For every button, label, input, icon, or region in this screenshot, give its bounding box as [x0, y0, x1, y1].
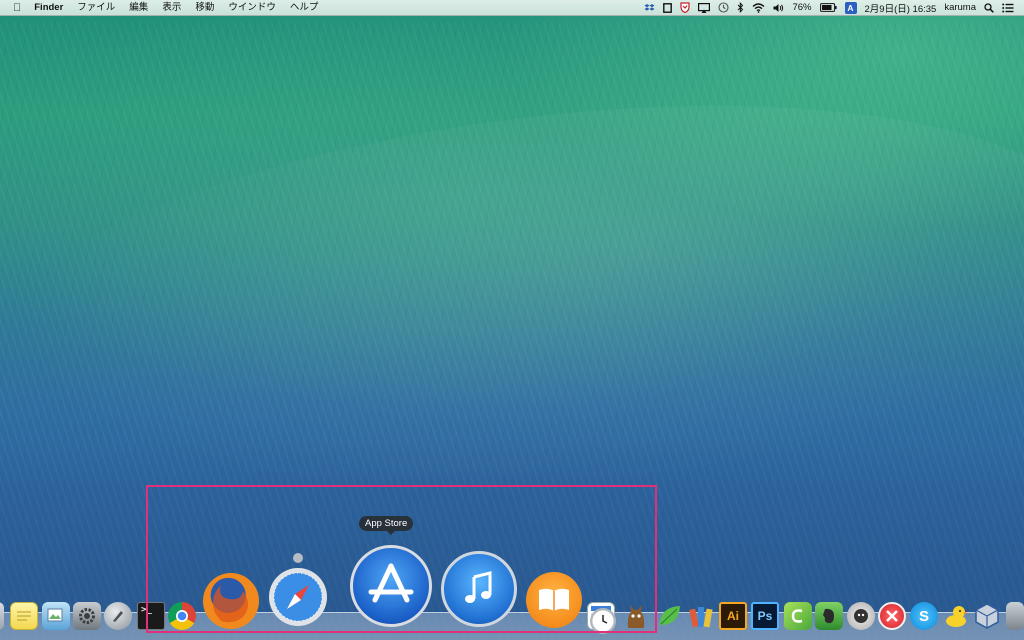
menu-help[interactable]: ヘルプ	[283, 0, 326, 16]
battery-percent[interactable]: 76%	[792, 0, 811, 16]
battery-icon[interactable]	[819, 0, 837, 16]
spotlight-icon[interactable]	[984, 0, 994, 16]
illustrator-icon[interactable]: Ai	[719, 602, 747, 630]
desktop:  Finder ファイル 編集 表示 移動 ウインドウ ヘルプ	[0, 0, 1024, 640]
apple-logo-icon[interactable]: 	[0, 0, 27, 16]
menu-go[interactable]: 移動	[188, 0, 221, 16]
evernote-icon[interactable]	[815, 602, 843, 630]
dropbox-icon[interactable]	[644, 0, 655, 16]
books-stack-icon[interactable]	[687, 602, 715, 630]
skype-icon[interactable]: S	[910, 602, 938, 630]
menu-app-name[interactable]: Finder	[27, 0, 70, 16]
menu-bar:  Finder ファイル 編集 表示 移動 ウインドウ ヘルプ	[0, 0, 1024, 16]
photoshop-icon[interactable]: Ps	[751, 602, 779, 630]
launchpad-icon[interactable]	[104, 602, 132, 630]
input-method-icon[interactable]: A	[844, 1, 857, 14]
system-preferences-icon[interactable]	[73, 602, 101, 630]
menu-window[interactable]: ウインドウ	[221, 0, 283, 16]
illustrator-label: Ai	[727, 609, 739, 623]
coda-icon[interactable]	[784, 602, 812, 630]
github-icon[interactable]	[847, 602, 875, 630]
menu-view[interactable]: 表示	[155, 0, 188, 16]
notification-center-icon[interactable]	[1002, 0, 1014, 16]
menu-file[interactable]: ファイル	[70, 0, 122, 16]
preview-icon[interactable]	[42, 602, 70, 630]
leaf-icon[interactable]	[656, 602, 684, 630]
bluetooth-icon[interactable]	[737, 0, 744, 16]
photoshop-label: Ps	[757, 609, 773, 623]
cyberduck-icon[interactable]	[942, 602, 970, 630]
skype-label: S	[918, 607, 929, 625]
volume-icon[interactable]	[773, 0, 784, 16]
finder-icon[interactable]	[0, 602, 4, 630]
highlight-box	[146, 485, 657, 633]
user-name[interactable]: karuma	[944, 0, 976, 16]
clock-datetime[interactable]: 2月9日(日) 16:35	[865, 0, 937, 16]
wifi-icon[interactable]	[752, 0, 765, 16]
stickies-icon[interactable]	[10, 602, 38, 630]
window-icon[interactable]	[663, 0, 673, 16]
cross-app-icon[interactable]	[878, 602, 906, 630]
input-method-label: A	[847, 2, 854, 13]
dock-trailing-icon[interactable]	[1006, 602, 1024, 630]
shield-icon[interactable]	[680, 0, 691, 16]
airplay-icon[interactable]	[698, 0, 711, 16]
time-machine-icon[interactable]	[718, 0, 730, 16]
menu-edit[interactable]: 編集	[122, 0, 155, 16]
virtualbox-icon[interactable]	[973, 602, 1001, 630]
